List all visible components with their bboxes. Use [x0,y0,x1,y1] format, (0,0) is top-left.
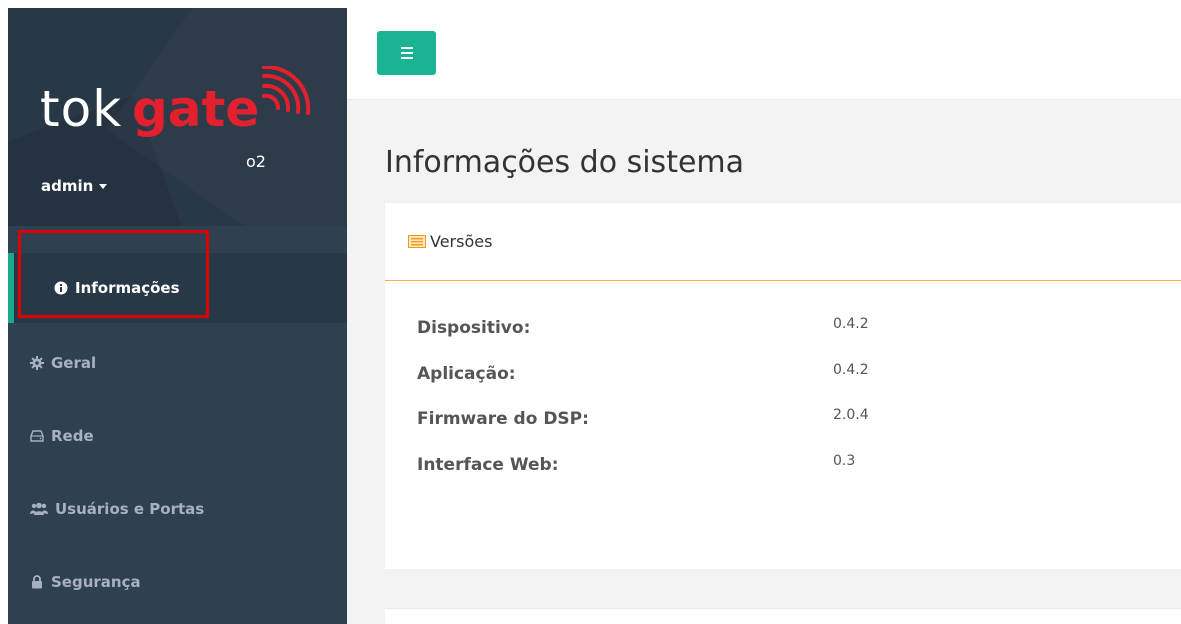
page-title: Informações do sistema [385,145,745,180]
sidebar-item-seguranca[interactable]: Segurança [8,547,347,617]
app-window: tok gate o2 admin Informações Geral Rede… [0,0,1181,624]
version-label-aplicacao: Aplicação: [417,364,516,384]
caret-down-icon [99,184,108,189]
users-icon [30,502,48,516]
sidebar-item-label: Usuários e Portas [55,500,205,518]
versions-panel: Versões Dispositivo: 0.4.2 Aplicação: 0.… [385,203,1181,569]
sidebar-item-label: Segurança [51,573,141,591]
hamburger-icon [400,52,413,54]
logo-text-o2: o2 [246,152,266,171]
lock-icon [30,575,44,589]
version-label-interface-web: Interface Web: [417,455,559,475]
user-menu-toggle[interactable]: admin [41,177,108,195]
version-value-aplicacao: 0.4.2 [833,362,869,378]
logo: tok gate o2 [40,66,320,171]
logo-text-tok: tok [40,80,123,138]
main-content: Informações do sistema Versões Dispositi… [347,8,1181,624]
sidebar-item-label: Rede [51,427,94,445]
version-label-firmware-dsp: Firmware do DSP: [417,409,589,429]
version-label-dispositivo: Dispositivo: [417,318,531,338]
version-value-interface-web: 0.3 [833,453,856,469]
menu-toggle-button[interactable] [377,31,436,75]
gear-icon [30,356,44,370]
sidebar-item-usuarios-portas[interactable]: Usuários e Portas [8,474,347,544]
top-navbar [347,8,1181,100]
version-value-firmware-dsp: 2.0.4 [833,407,869,423]
sidebar-item-geral[interactable]: Geral [8,328,347,398]
list-icon [408,235,426,248]
hdd-icon [30,429,44,443]
version-value-dispositivo: 0.4.2 [833,316,869,332]
next-panel [385,608,1181,624]
panel-header: Versões [385,203,1181,281]
panel-title: Versões [430,232,493,251]
profile-header: tok gate o2 admin [8,8,347,226]
user-name: admin [41,177,94,195]
sidebar-item-rede[interactable]: Rede [8,401,347,471]
hamburger-icon [400,57,413,59]
highlight-annotation [18,230,209,318]
hamburger-icon [400,47,413,49]
logo-text-gate: gate [132,80,260,138]
signal-icon [262,66,311,115]
sidebar-item-label: Geral [51,354,97,372]
